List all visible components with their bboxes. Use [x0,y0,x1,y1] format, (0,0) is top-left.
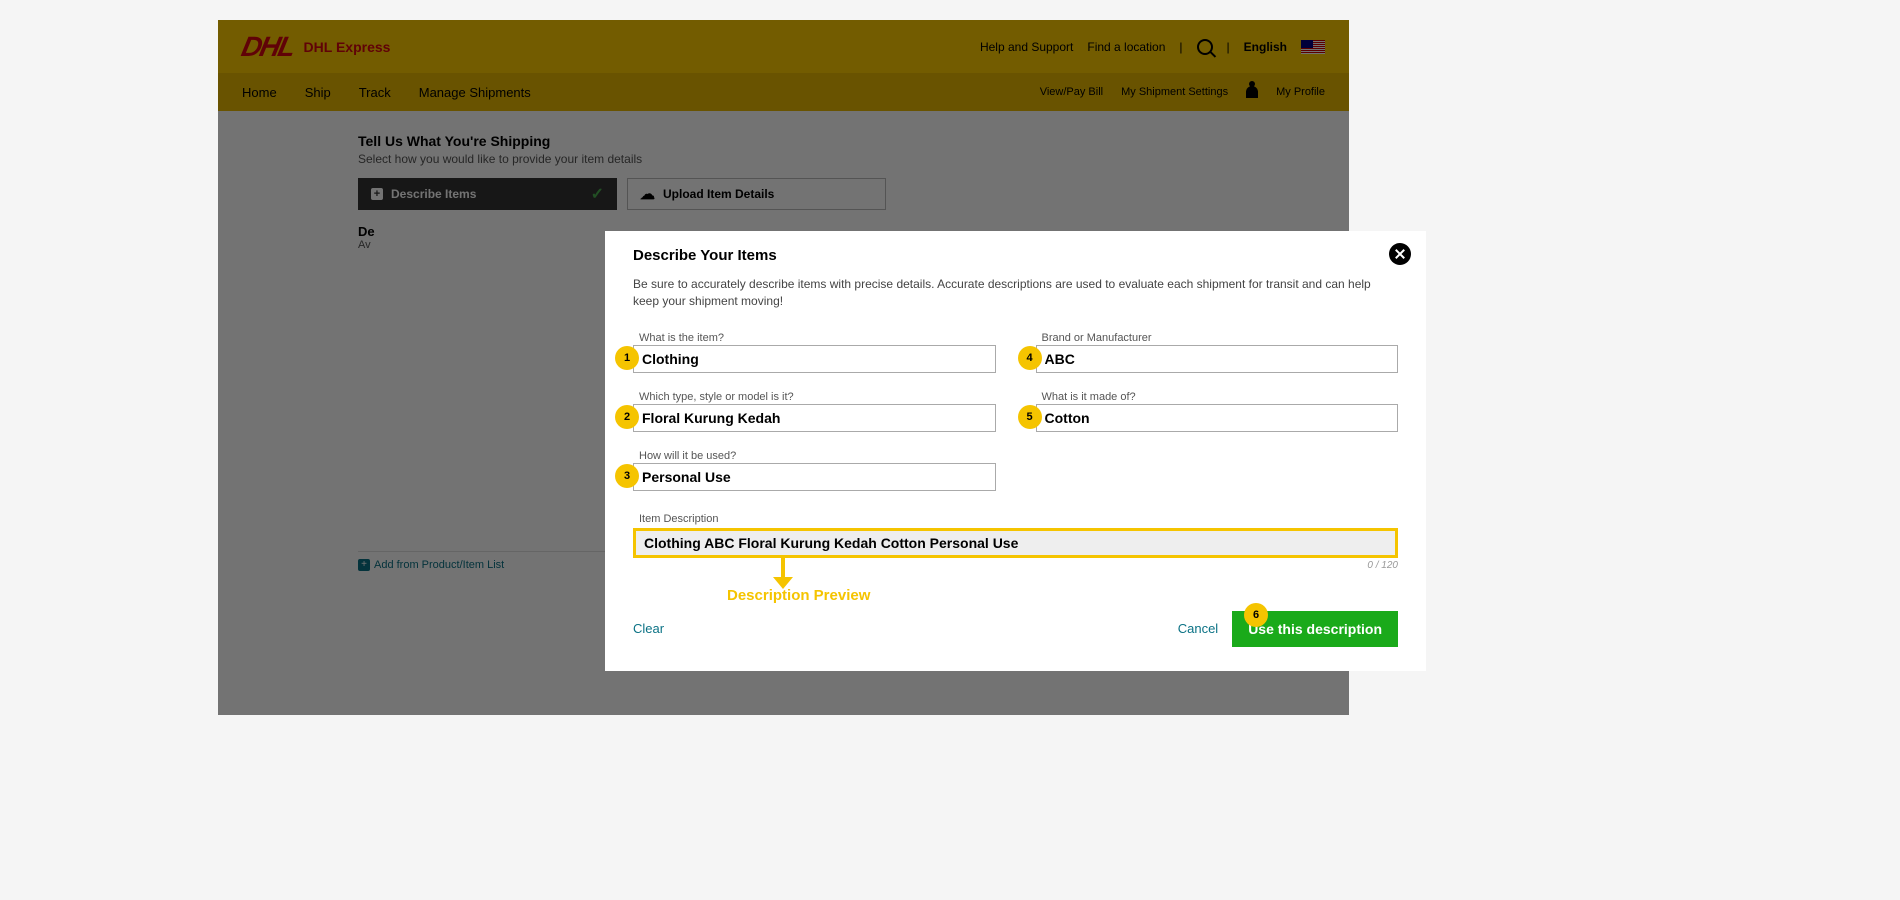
label-type: Which type, style or model is it? [633,391,996,403]
input-type[interactable] [633,404,996,432]
field-what-is-item: 1 What is the item? [633,332,996,373]
label-what: What is the item? [633,332,996,344]
close-icon[interactable] [1389,243,1411,265]
cancel-button[interactable]: Cancel [1178,621,1218,636]
arrow-annotation [781,557,785,579]
label-made: What is it made of? [1036,391,1399,403]
step-badge-2: 2 [615,405,639,429]
step-badge-5: 5 [1018,405,1042,429]
input-use[interactable] [633,463,996,491]
field-how-used: 3 How will it be used? [633,450,996,491]
clear-button[interactable]: Clear [633,621,664,636]
label-item-description: Item Description [633,513,718,525]
label-use: How will it be used? [633,450,996,462]
step-badge-3: 3 [615,464,639,488]
item-description-preview: Clothing ABC Floral Kurung Kedah Cotton … [633,528,1398,558]
char-counter: 0 / 120 [633,560,1398,571]
step-badge-6: 6 [1244,603,1268,627]
field-brand: 4 Brand or Manufacturer [1036,332,1399,373]
input-made[interactable] [1036,404,1399,432]
input-what[interactable] [633,345,996,373]
step-badge-1: 1 [615,346,639,370]
label-brand: Brand or Manufacturer [1036,332,1399,344]
item-description-box: Item Description Clothing ABC Floral Kur… [633,509,1398,571]
step-badge-4: 4 [1018,346,1042,370]
modal-description: Be sure to accurately describe items wit… [633,276,1398,310]
description-preview-label: Description Preview [727,587,870,604]
field-type: 2 Which type, style or model is it? [633,391,996,432]
input-brand[interactable] [1036,345,1399,373]
modal-title: Describe Your Items [633,247,1398,264]
describe-items-modal: Describe Your Items Be sure to accuratel… [605,231,1426,671]
modal-footer: Clear Cancel Use this description [633,611,1398,647]
field-made-of: 5 What is it made of? [1036,391,1399,432]
